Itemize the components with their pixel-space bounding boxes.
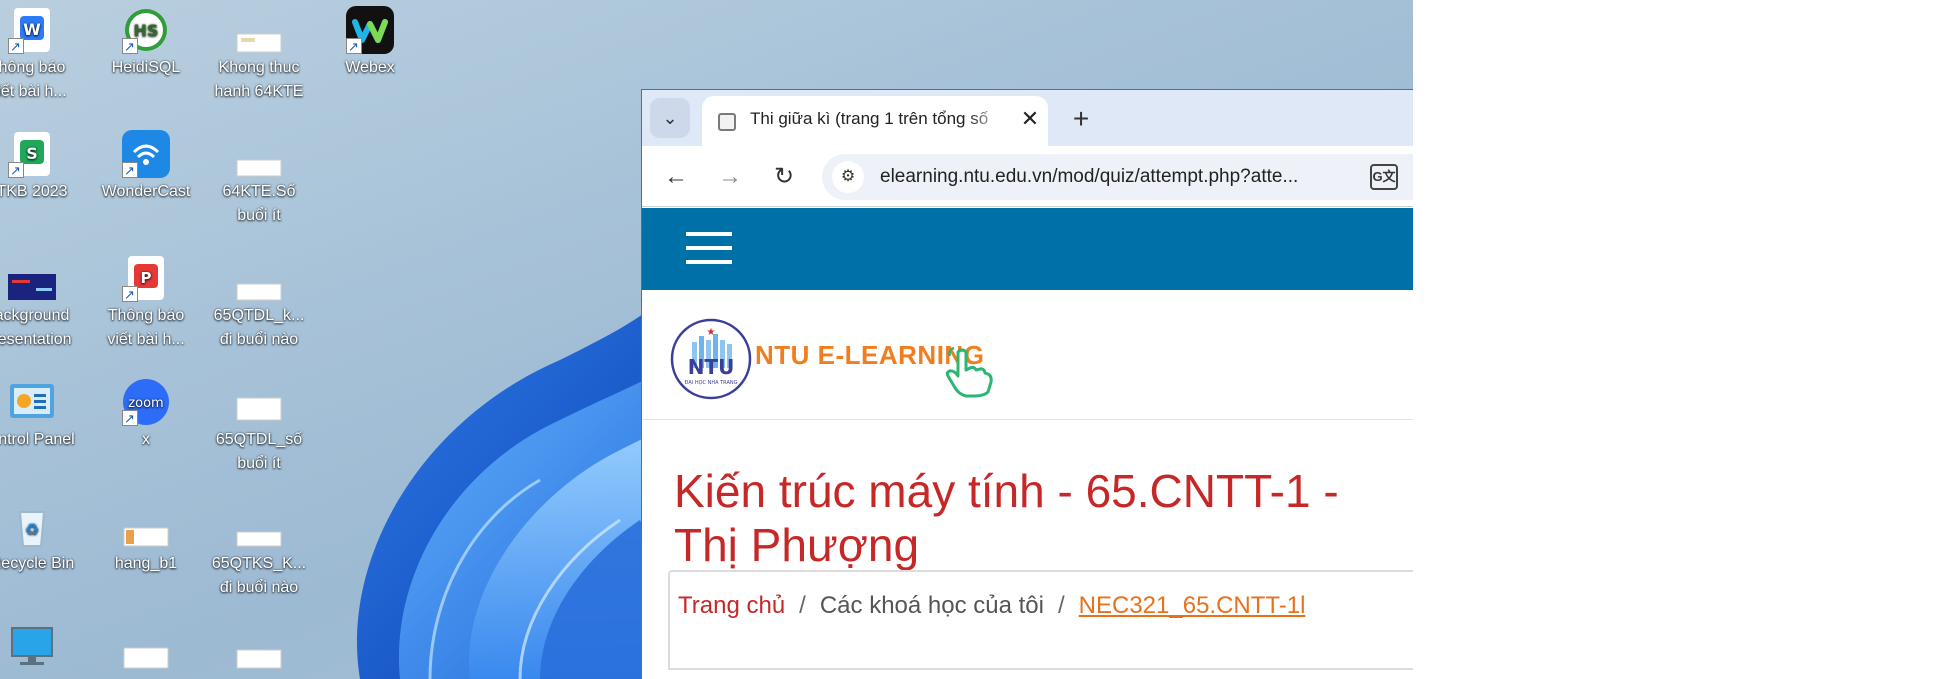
- course-title-line1: Kiến trúc máy tính - 65.CNTT-1 -: [674, 465, 1339, 517]
- webex-icon: [346, 6, 394, 59]
- new-tab-button[interactable]: +: [1062, 100, 1100, 138]
- breadcrumb: Trang chủ / Các khoá học của tôi / NEC321_65…: [668, 570, 1413, 670]
- presentation-thumbnail-icon: [8, 254, 56, 302]
- shortcut-arrow-icon: [122, 35, 138, 59]
- translate-icon[interactable]: G文: [1370, 164, 1398, 190]
- svg-text:W: W: [23, 20, 41, 39]
- desktop-icon-wps-writer[interactable]: W hông báo iết bài h...: [0, 6, 84, 104]
- file-thumbnail-icon: [235, 130, 283, 178]
- shortcut-arrow-icon: [122, 407, 138, 431]
- zoom-icon: zoom: [122, 378, 170, 431]
- svg-text:ĐẠI HỌC NHA TRANG: ĐẠI HỌC NHA TRANG: [684, 380, 737, 386]
- svg-text:NTU: NTU: [688, 355, 735, 379]
- screen: W hông báo iết bài h... HS HeidiSQL Khon…: [0, 0, 1943, 679]
- close-tab-icon[interactable]: ✕: [1016, 105, 1044, 133]
- wps-writer-icon: W: [8, 6, 56, 59]
- heidisql-icon: HS: [122, 6, 170, 59]
- desktop-icon-65qtks-k[interactable]: 65QTKS_K... đi buổi nào: [207, 502, 311, 600]
- forward-button[interactable]: →: [712, 159, 748, 195]
- reload-button[interactable]: ↻: [766, 159, 802, 195]
- desktop-icon-heidisql[interactable]: HS HeidiSQL: [94, 6, 198, 80]
- breadcrumb-my-courses[interactable]: Các khoá học của tôi: [820, 592, 1044, 619]
- file-thumbnail-icon: [235, 254, 283, 302]
- back-button[interactable]: ←: [658, 159, 694, 195]
- svg-text:P: P: [141, 269, 152, 287]
- desktop-icon-file-bottom-1[interactable]: [94, 624, 198, 674]
- shortcut-arrow-icon: [8, 159, 24, 183]
- file-thumbnail-icon: [235, 624, 283, 672]
- breadcrumb-separator: /: [799, 592, 806, 619]
- desktop-icon-wondercast[interactable]: WonderCast: [94, 130, 198, 204]
- ntu-logo[interactable]: ★ NTU ĐẠI HỌC NHA TRANG: [670, 318, 752, 400]
- desktop-icon-hang-b1[interactable]: hang_b1: [94, 502, 198, 576]
- shortcut-arrow-icon: [122, 159, 138, 183]
- chevron-down-icon: ⌄: [662, 108, 678, 128]
- desktop-icon-khong-thuc-hanh[interactable]: Khong thuc hanh 64KTE: [207, 6, 311, 104]
- monitor-icon: [8, 624, 56, 672]
- tab-strip: ⌄ Thi giữa kì (trang 1 trên tổng số ✕ +: [642, 90, 1413, 146]
- desktop-icon-control-panel[interactable]: ontrol Panel: [0, 378, 84, 452]
- wps-pdf-icon: P: [122, 254, 170, 307]
- desktop-icon-this-pc[interactable]: [0, 624, 84, 674]
- page-favicon-icon: [718, 113, 736, 131]
- tab-quiz[interactable]: Thi giữa kì (trang 1 trên tổng số ✕: [702, 96, 1048, 146]
- file-thumbnail-icon: [235, 502, 283, 550]
- desktop-icon-recycle-bin[interactable]: ♻ Recycle Bin: [0, 502, 84, 576]
- svg-text:S: S: [26, 144, 38, 163]
- address-bar[interactable]: ⚙ elearning.ntu.edu.vn/mod/quiz/attempt.…: [822, 154, 1413, 200]
- desktop-icon-65qtdl-so[interactable]: 65QTDL_số buổi ít: [207, 378, 311, 476]
- blank-region: [1413, 0, 1943, 679]
- tab-search-button[interactable]: ⌄: [650, 98, 690, 138]
- desktop-icon-background-presentation[interactable]: ackground resentation: [0, 254, 84, 352]
- desktop-icon-64kte[interactable]: 64KTE.Số buổi ít: [207, 130, 311, 228]
- file-thumbnail-icon: [235, 378, 283, 426]
- file-thumbnail-icon: [235, 6, 283, 54]
- hamburger-menu-icon[interactable]: [686, 232, 732, 266]
- shortcut-arrow-icon: [122, 283, 138, 307]
- wps-spreadsheet-icon: S: [8, 130, 56, 183]
- browser-window: ⌄ Thi giữa kì (trang 1 trên tổng số ✕ + …: [641, 89, 1413, 679]
- course-title-line2: Thị Phượng: [674, 519, 920, 571]
- svg-text:♻: ♻: [25, 520, 39, 539]
- recycle-bin-icon: ♻: [8, 502, 56, 550]
- url-text[interactable]: elearning.ntu.edu.vn/mod/quiz/attempt.ph…: [880, 166, 1360, 188]
- shortcut-arrow-icon: [8, 35, 24, 59]
- desktop-icon-zoom[interactable]: zoom x: [94, 378, 198, 452]
- browser-toolbar: ← → ↻ ⚙ elearning.ntu.edu.vn/mod/quiz/at…: [642, 146, 1413, 207]
- desktop-icon-65qtdl-k[interactable]: 65QTDL_k... đi buổi nào: [207, 254, 311, 352]
- breadcrumb-separator: /: [1057, 592, 1065, 619]
- desktop-icon-wps-spreadsheet[interactable]: S TKB 2023: [0, 130, 84, 204]
- site-settings-icon[interactable]: ⚙: [832, 161, 864, 193]
- control-panel-icon: [8, 378, 56, 426]
- file-thumbnail-icon: [122, 624, 170, 672]
- file-thumbnail-icon: [122, 502, 170, 550]
- breadcrumb-home-link[interactable]: Trang chủ: [678, 592, 785, 619]
- breadcrumb-course-link[interactable]: NEC321_65.CNTT-1l: [1079, 592, 1306, 619]
- wondercast-icon: [122, 130, 170, 183]
- desktop-icon-file-bottom-2[interactable]: [207, 624, 311, 674]
- course-title: Kiến trúc máy tính - 65.CNTT-1 - Thị Phư…: [674, 464, 1413, 572]
- tab-title: Thi giữa kì (trang 1 trên tổng số: [750, 109, 989, 128]
- pointing-hand-icon: [944, 346, 994, 398]
- shortcut-arrow-icon: [346, 35, 362, 59]
- desktop-icon-wps-pdf[interactable]: P Thông báo viết bài h...: [94, 254, 198, 352]
- site-header: ★ NTU ĐẠI HỌC NHA TRANG NTU E-LEARNING: [642, 290, 1413, 420]
- desktop-icon-webex[interactable]: Webex: [318, 6, 422, 80]
- site-navbar: [642, 208, 1413, 290]
